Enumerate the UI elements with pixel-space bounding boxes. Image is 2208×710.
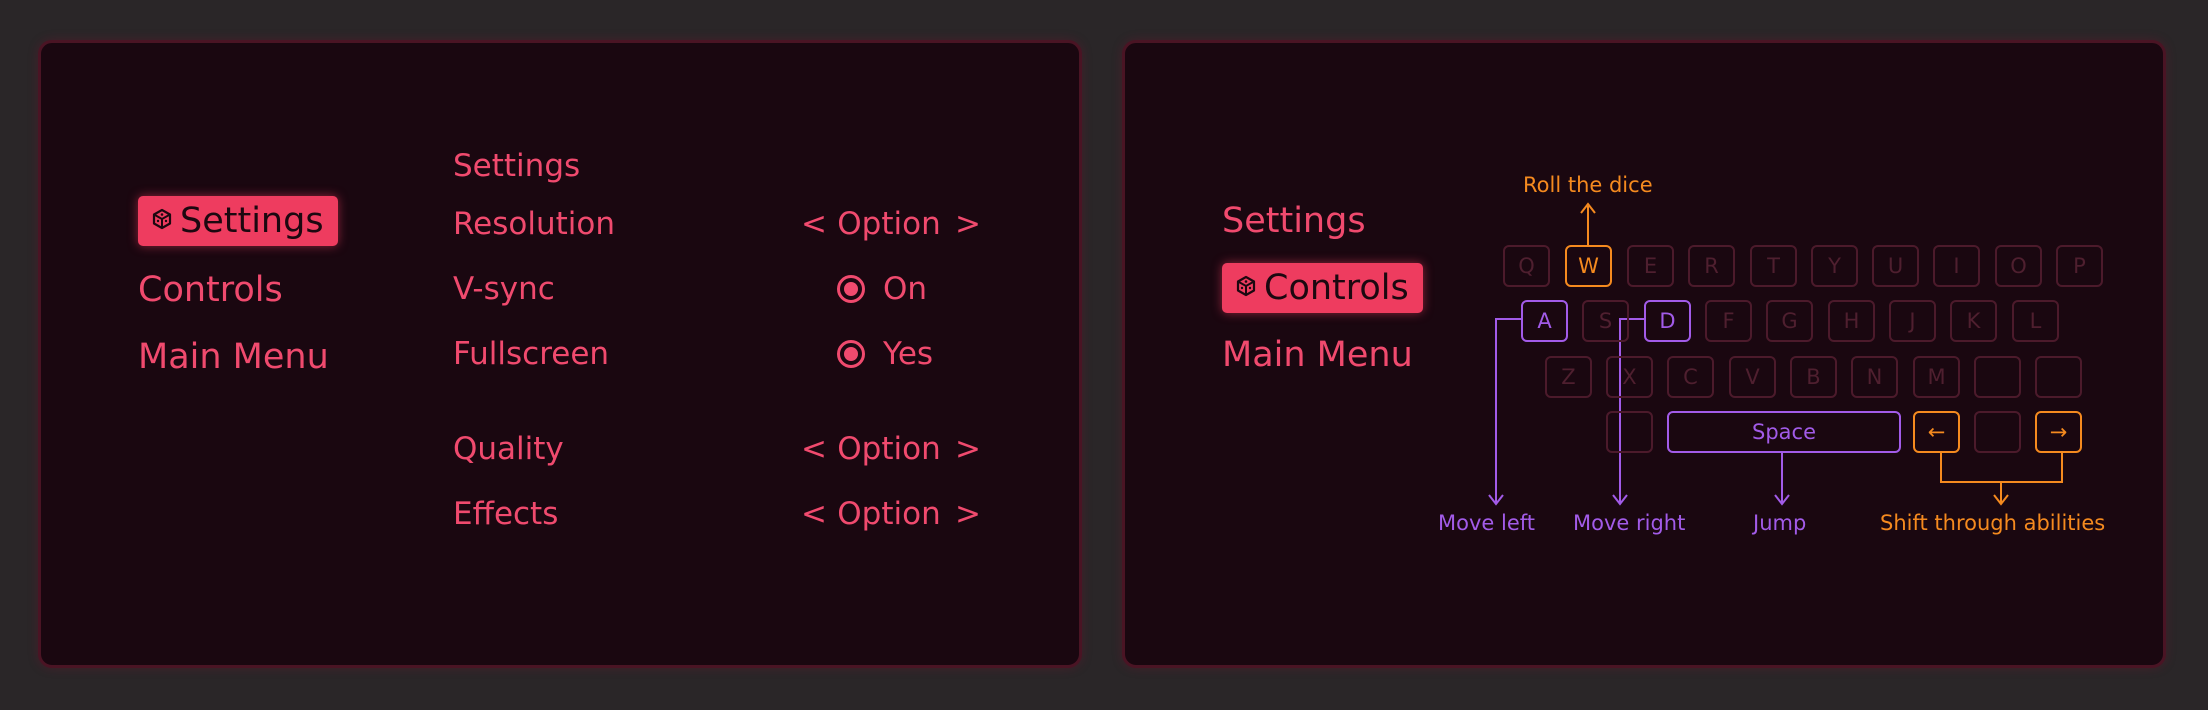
- menu-item-settings[interactable]: Settings: [138, 196, 338, 246]
- key-z[interactable]: Z: [1545, 356, 1592, 398]
- quality-value: Option: [837, 431, 941, 467]
- key-n[interactable]: N: [1851, 356, 1898, 398]
- chevron-right-icon[interactable]: >: [955, 429, 981, 469]
- key-r[interactable]: R: [1688, 245, 1735, 287]
- quality-selector[interactable]: < Option >: [801, 429, 981, 469]
- controls-panel: Settings Controls Main Menu Q W E R T Y …: [1122, 40, 2166, 668]
- section-title: Settings: [453, 148, 581, 184]
- chevron-left-icon[interactable]: <: [801, 429, 827, 469]
- key-p[interactable]: P: [2056, 245, 2103, 287]
- key-x[interactable]: X: [1606, 356, 1653, 398]
- key-blank[interactable]: [2035, 356, 2082, 398]
- key-blank[interactable]: [1974, 356, 2021, 398]
- key-s[interactable]: S: [1582, 300, 1629, 342]
- menu-item-label: Controls: [138, 270, 283, 310]
- key-b[interactable]: B: [1790, 356, 1837, 398]
- key-d[interactable]: D: [1644, 300, 1691, 342]
- key-a[interactable]: A: [1521, 300, 1568, 342]
- key-u[interactable]: U: [1872, 245, 1919, 287]
- effects-selector[interactable]: < Option >: [801, 494, 981, 534]
- effects-value: Option: [837, 496, 941, 532]
- key-w[interactable]: W: [1565, 245, 1612, 287]
- key-o[interactable]: O: [1995, 245, 2042, 287]
- key-f[interactable]: F: [1705, 300, 1752, 342]
- key-j[interactable]: J: [1889, 300, 1936, 342]
- fullscreen-value: Yes: [883, 336, 934, 372]
- key-arrow-left[interactable]: ←: [1913, 411, 1960, 453]
- annotation-shift-abilities: Shift through abilities: [1880, 511, 2106, 535]
- annotation-move-right: Move right: [1573, 511, 1686, 535]
- resolution-value: Option: [837, 206, 941, 242]
- chevron-left-icon[interactable]: <: [801, 204, 827, 244]
- key-l[interactable]: L: [2012, 300, 2059, 342]
- key-q[interactable]: Q: [1503, 245, 1550, 287]
- vsync-label: V-sync: [453, 271, 555, 307]
- radio-selected-icon: [837, 340, 865, 368]
- settings-panel: Settings Controls Main Menu Settings Res…: [38, 40, 1082, 668]
- effects-label: Effects: [453, 496, 559, 532]
- vsync-value: On: [883, 271, 928, 307]
- key-arrow-right[interactable]: →: [2035, 411, 2082, 453]
- fullscreen-label: Fullscreen: [453, 336, 610, 372]
- key-space[interactable]: Space: [1667, 411, 1901, 453]
- key-m[interactable]: M: [1913, 356, 1960, 398]
- resolution-label: Resolution: [453, 206, 615, 242]
- annotation-roll-dice: Roll the dice: [1523, 173, 1653, 197]
- chevron-right-icon[interactable]: >: [955, 204, 981, 244]
- key-g[interactable]: G: [1766, 300, 1813, 342]
- key-h[interactable]: H: [1828, 300, 1875, 342]
- key-v[interactable]: V: [1729, 356, 1776, 398]
- key-i[interactable]: I: [1933, 245, 1980, 287]
- key-blank[interactable]: [1974, 411, 2021, 453]
- annotation-jump: Jump: [1753, 511, 1807, 535]
- quality-label: Quality: [453, 431, 564, 467]
- key-k[interactable]: K: [1950, 300, 1997, 342]
- key-t[interactable]: T: [1750, 245, 1797, 287]
- key-c[interactable]: C: [1667, 356, 1714, 398]
- chevron-right-icon[interactable]: >: [955, 494, 981, 534]
- annotation-move-left: Move left: [1438, 511, 1536, 535]
- menu-item-controls[interactable]: Controls: [138, 265, 283, 315]
- key-y[interactable]: Y: [1811, 245, 1858, 287]
- key-e[interactable]: E: [1627, 245, 1674, 287]
- menu-item-label: Settings: [180, 201, 324, 241]
- dice-icon: [152, 208, 172, 230]
- menu-item-main-menu[interactable]: Main Menu: [138, 332, 329, 382]
- chevron-left-icon[interactable]: <: [801, 494, 827, 534]
- radio-selected-icon: [837, 275, 865, 303]
- key-blank[interactable]: [1606, 411, 1653, 453]
- resolution-selector[interactable]: < Option >: [801, 204, 981, 244]
- menu-item-label: Main Menu: [138, 337, 329, 377]
